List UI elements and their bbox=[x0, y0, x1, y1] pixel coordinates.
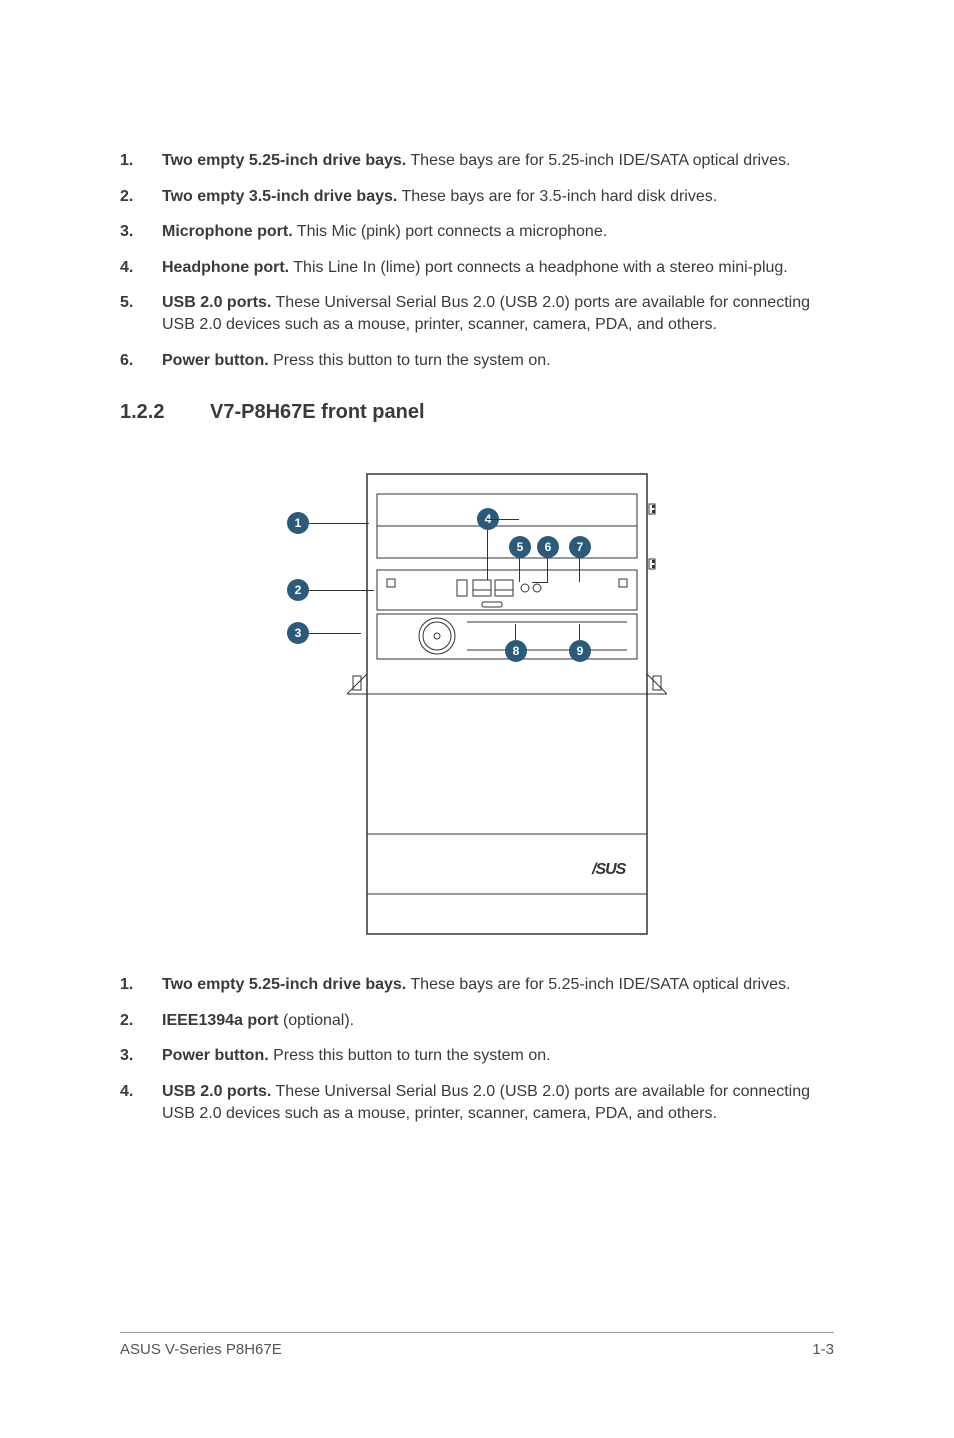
callout-9: 9 bbox=[569, 640, 591, 662]
callout-8: 8 bbox=[505, 640, 527, 662]
list-item: 5. USB 2.0 ports. These Universal Serial… bbox=[120, 292, 834, 335]
list-item: 3. Microphone port. This Mic (pink) port… bbox=[120, 221, 834, 243]
leader-line bbox=[309, 633, 361, 634]
callout-3: 3 bbox=[287, 622, 309, 644]
leader-line bbox=[309, 590, 374, 591]
section-number: 1.2.2 bbox=[120, 401, 210, 424]
callout-2: 2 bbox=[287, 579, 309, 601]
item-number: 5. bbox=[120, 292, 162, 335]
callout-1: 1 bbox=[287, 512, 309, 534]
item-text: USB 2.0 ports. These Universal Serial Bu… bbox=[162, 292, 834, 335]
item-text: Power button. Press this button to turn … bbox=[162, 350, 834, 372]
leader-line bbox=[309, 523, 369, 524]
callout-7: 7 bbox=[569, 536, 591, 558]
item-number: 4. bbox=[120, 1081, 162, 1124]
item-text: Two empty 3.5-inch drive bays. These bay… bbox=[162, 186, 834, 208]
callout-5: 5 bbox=[509, 536, 531, 558]
leader-line bbox=[519, 558, 520, 582]
footer-product: ASUS V-Series P8H67E bbox=[120, 1341, 282, 1358]
item-number: 2. bbox=[120, 1010, 162, 1032]
item-text: Two empty 5.25-inch drive bays. These ba… bbox=[162, 974, 834, 996]
bottom-feature-list: 1. Two empty 5.25-inch drive bays. These… bbox=[120, 974, 834, 1124]
section-heading: 1.2.2V7-P8H67E front panel bbox=[120, 401, 834, 424]
leader-line bbox=[487, 530, 488, 580]
list-item: 4. Headphone port. This Line In (lime) p… bbox=[120, 257, 834, 279]
leader-line bbox=[579, 558, 580, 582]
item-text: Microphone port. This Mic (pink) port co… bbox=[162, 221, 834, 243]
list-item: 4. USB 2.0 ports. These Universal Serial… bbox=[120, 1081, 834, 1124]
leader-line bbox=[532, 582, 548, 583]
top-feature-list: 1. Two empty 5.25-inch drive bays. These… bbox=[120, 150, 834, 371]
item-number: 3. bbox=[120, 1045, 162, 1067]
list-item: 1. Two empty 5.25-inch drive bays. These… bbox=[120, 974, 834, 996]
leader-line bbox=[487, 519, 519, 520]
item-text: IEEE1394a port (optional). bbox=[162, 1010, 834, 1032]
list-item: 1. Two empty 5.25-inch drive bays. These… bbox=[120, 150, 834, 172]
item-number: 2. bbox=[120, 186, 162, 208]
list-item: 6. Power button. Press this button to tu… bbox=[120, 350, 834, 372]
item-number: 1. bbox=[120, 974, 162, 996]
list-item: 2. IEEE1394a port (optional). bbox=[120, 1010, 834, 1032]
leader-line bbox=[579, 624, 580, 640]
computer-case-illustration: /SUS bbox=[347, 464, 667, 944]
page-footer: ASUS V-Series P8H67E 1-3 bbox=[120, 1332, 834, 1358]
item-text: Power button. Press this button to turn … bbox=[162, 1045, 834, 1067]
item-number: 1. bbox=[120, 150, 162, 172]
list-item: 3. Power button. Press this button to tu… bbox=[120, 1045, 834, 1067]
item-number: 6. bbox=[120, 350, 162, 372]
front-panel-diagram: /SUS 1 2 3 4 5 6 7 8 9 bbox=[120, 464, 834, 944]
item-text: USB 2.0 ports. These Universal Serial Bu… bbox=[162, 1081, 834, 1124]
svg-text:/SUS: /SUS bbox=[591, 861, 627, 878]
callout-6: 6 bbox=[537, 536, 559, 558]
leader-line bbox=[515, 624, 516, 640]
item-text: Two empty 5.25-inch drive bays. These ba… bbox=[162, 150, 834, 172]
item-text: Headphone port. This Line In (lime) port… bbox=[162, 257, 834, 279]
list-item: 2. Two empty 3.5-inch drive bays. These … bbox=[120, 186, 834, 208]
section-title: V7-P8H67E front panel bbox=[210, 401, 425, 423]
item-number: 3. bbox=[120, 221, 162, 243]
item-number: 4. bbox=[120, 257, 162, 279]
footer-page-number: 1-3 bbox=[812, 1341, 834, 1358]
leader-line bbox=[547, 558, 548, 582]
